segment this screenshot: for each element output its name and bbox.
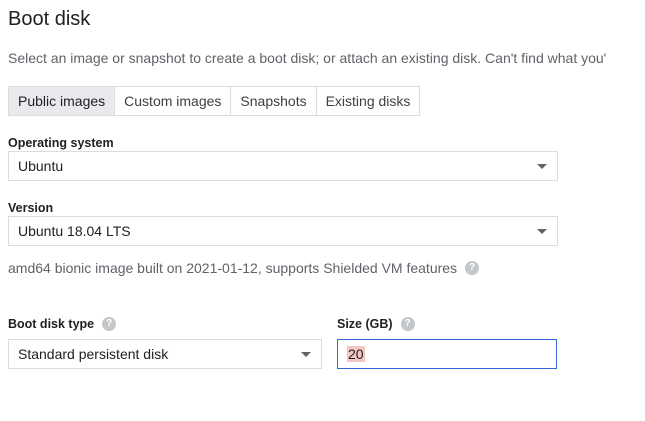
section-title: Boot disk [8,8,91,30]
os-select-value: Ubuntu [18,158,64,174]
image-note-text: amd64 bionic image built on 2021-01-12, … [8,260,458,276]
os-label-text: Operating system [8,136,114,150]
help-icon[interactable]: ? [400,317,415,331]
image-source-tabs: Public images Custom images Snapshots Ex… [8,86,421,116]
image-note: amd64 bionic image built on 2021-01-12, … [8,258,480,278]
disk-type-label-text: Boot disk type [8,317,95,331]
help-icon[interactable]: ? [465,261,480,275]
os-label: Operating system [8,135,114,151]
tab-public-images[interactable]: Public images [9,87,115,115]
disk-type-select[interactable]: Standard persistent disk [8,339,322,369]
tab-snapshots[interactable]: Snapshots [230,87,315,115]
dropdown-caret-icon [537,164,547,169]
disk-type-label: Boot disk type ? [8,316,117,332]
size-label-text: Size (GB) [337,317,393,331]
version-label-text: Version [8,201,54,215]
size-input[interactable]: 20 [337,339,557,369]
help-icon[interactable]: ? [102,317,117,331]
size-label: Size (GB) ? [337,316,415,332]
version-select[interactable]: Ubuntu 18.04 LTS [8,216,558,246]
dropdown-caret-icon [301,352,311,357]
tab-existing-disks[interactable]: Existing disks [315,87,420,115]
disk-type-select-value: Standard persistent disk [18,346,169,362]
section-description: Select an image or snapshot to create a … [8,50,607,66]
boot-disk-panel: Boot disk Select an image or snapshot to… [0,0,645,421]
version-select-value: Ubuntu 18.04 LTS [18,223,131,239]
tab-custom-images[interactable]: Custom images [114,87,230,115]
version-label: Version [8,200,53,216]
size-input-value[interactable]: 20 [347,346,365,362]
os-select[interactable]: Ubuntu [8,151,558,181]
dropdown-caret-icon [537,229,547,234]
